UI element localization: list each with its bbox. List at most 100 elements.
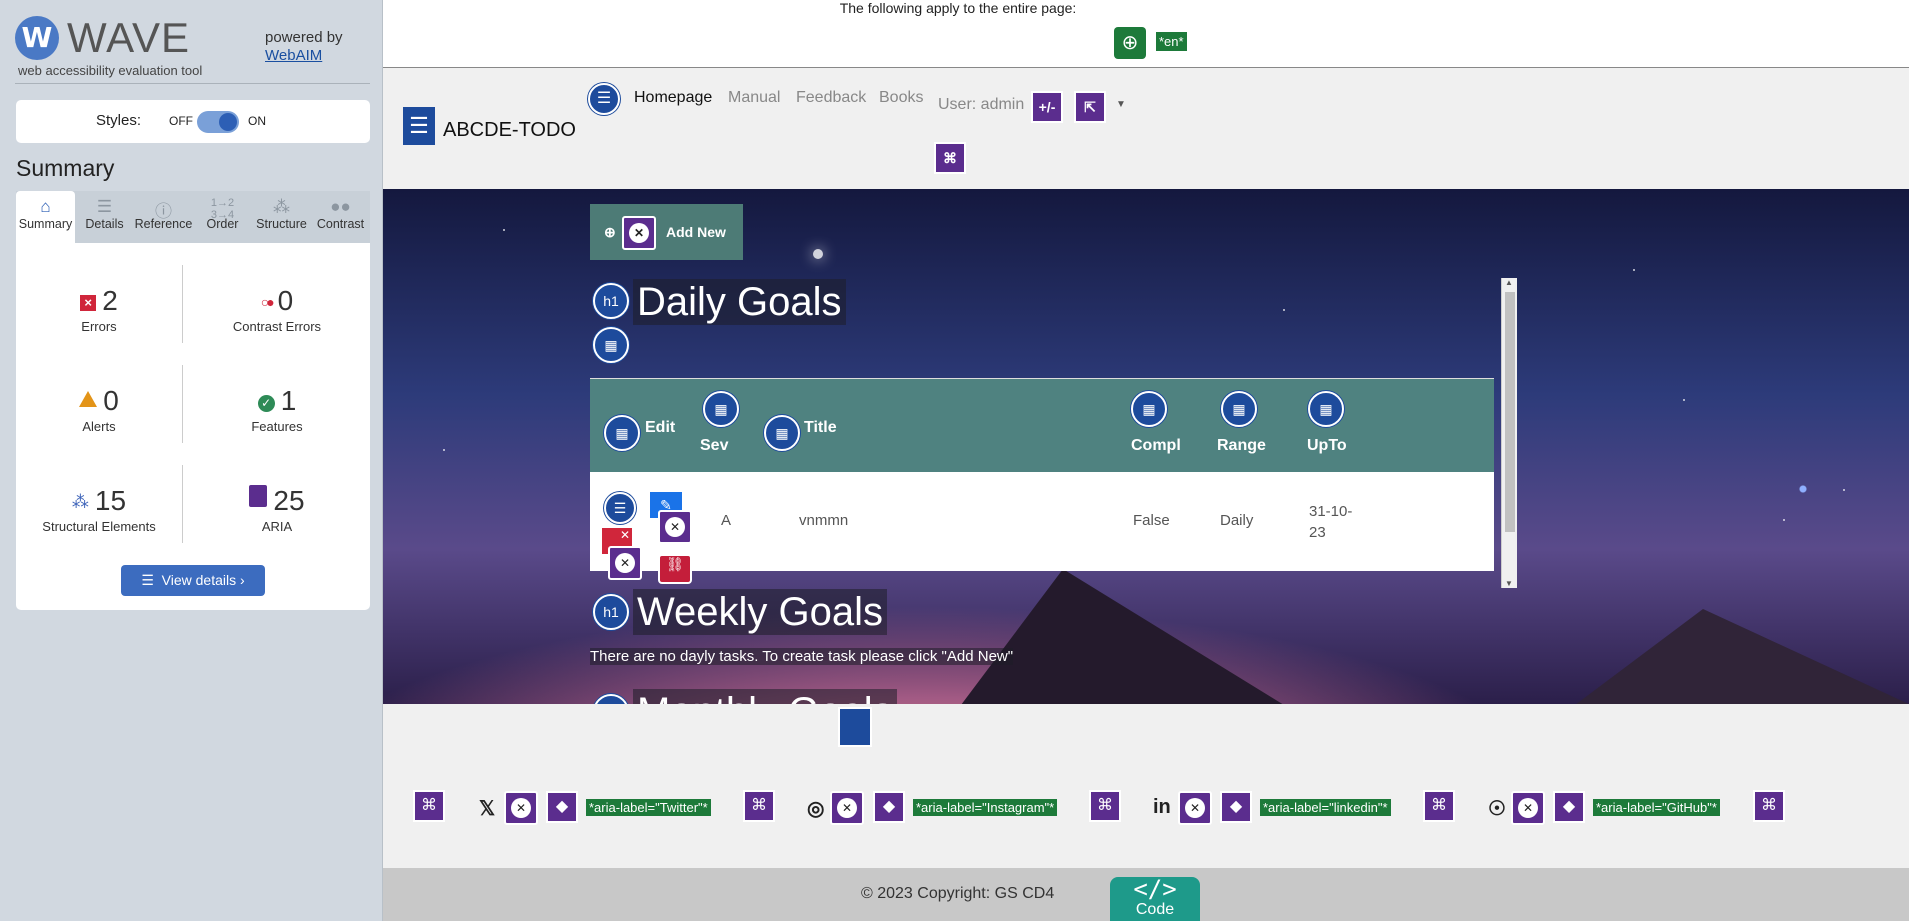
structure-count: 15 bbox=[94, 485, 127, 516]
tab-reference[interactable]: ⓘ Reference bbox=[134, 191, 193, 243]
twitter-icon[interactable]: 𝕏 bbox=[479, 796, 495, 821]
link-icon[interactable]: ⛓ bbox=[658, 554, 692, 584]
nav-books[interactable]: Books bbox=[879, 89, 923, 107]
plus-icon: ⊕ bbox=[604, 224, 616, 240]
divider bbox=[182, 265, 183, 343]
th-sev[interactable]: Sev bbox=[700, 437, 728, 455]
linkedin-icon[interactable]: in bbox=[1153, 796, 1171, 819]
weekly-goals-heading: Weekly Goals bbox=[633, 589, 888, 635]
stat-features: ✓ 1 Features bbox=[194, 385, 360, 434]
add-new-button[interactable]: ⊕ Add New bbox=[590, 204, 743, 260]
stat-alerts: 0 Alerts bbox=[16, 385, 182, 434]
tab-summary[interactable]: ⌂ Summary bbox=[16, 191, 75, 243]
expand-aria-icon[interactable]: ⇱ bbox=[1074, 91, 1106, 123]
features-label: Features bbox=[251, 419, 303, 434]
tab-order[interactable]: 1→2 3→4 Order bbox=[193, 191, 252, 243]
home-icon: ⌂ bbox=[40, 197, 51, 216]
chevron-down-icon[interactable]: ▼ bbox=[1116, 99, 1126, 110]
cell-title: vnmmn bbox=[799, 512, 849, 529]
table-header-icon: ▦ bbox=[1308, 391, 1344, 427]
user-label: User: admin bbox=[938, 96, 1025, 113]
order-icon: 1→2 3→4 bbox=[210, 197, 235, 221]
code-label: Code bbox=[1135, 901, 1175, 918]
aria-label: ARIA bbox=[261, 519, 293, 534]
summary-title: Summary bbox=[16, 155, 115, 181]
powered-by: powered by WebAIM bbox=[265, 29, 343, 65]
summary-panel: × 2 Errors ○● 0 Contrast Errors 0 Alerts ✓… bbox=[16, 243, 370, 610]
scroll-down-icon[interactable]: ▼ bbox=[1505, 579, 1513, 588]
add-new-label: Add New bbox=[666, 224, 726, 240]
star bbox=[1783, 519, 1785, 521]
view-details-button[interactable]: ☰ View details › bbox=[121, 565, 265, 596]
tab-structure[interactable]: ⁂ Structure bbox=[252, 191, 311, 243]
structure-icon: ⁂ bbox=[273, 197, 290, 216]
aria-tag-icon: ⌘ bbox=[1753, 790, 1785, 822]
info-icon: ⓘ bbox=[155, 202, 172, 221]
nav-feedback[interactable]: Feedback bbox=[796, 89, 866, 107]
tab-details[interactable]: ☰ Details bbox=[75, 191, 134, 243]
feature-check-icon: ✓ bbox=[257, 395, 275, 412]
site-navbar: ☰ ABCDE-TODO ☰ Homepage Manual Feedback … bbox=[383, 69, 1909, 189]
nav-manual[interactable]: Manual bbox=[728, 89, 780, 107]
tab-label: Contrast bbox=[316, 217, 365, 231]
globe-icon[interactable]: ⊕ bbox=[1114, 27, 1146, 59]
view-details-label: View details › bbox=[161, 572, 245, 588]
styles-off-label: OFF bbox=[169, 114, 193, 128]
structure-label: Structural Elements bbox=[42, 519, 156, 534]
plus-minus-aria-icon[interactable]: +/- bbox=[1031, 91, 1063, 123]
wave-tabs: ⌂ Summary ☰ Details ⓘ Reference 1→2 3→4 Order… bbox=[16, 191, 370, 243]
th-compl[interactable]: Compl bbox=[1131, 437, 1181, 455]
errors-count: 2 bbox=[102, 285, 118, 316]
table-row: ☰ ✎ ✕ ⛓ A vnmmn False Daily 31-10-23 bbox=[590, 472, 1494, 584]
tab-contrast[interactable]: ●● Contrast bbox=[311, 191, 370, 243]
cell-upto: 31-10-23 bbox=[1309, 503, 1353, 541]
star bbox=[1843, 489, 1845, 491]
copyright-text: © 2023 Copyright: GS CD4 bbox=[861, 885, 1055, 902]
th-edit[interactable]: Edit bbox=[645, 419, 675, 437]
page-banner: The following apply to the entire page: … bbox=[383, 0, 1909, 68]
scrollbar-thumb[interactable] bbox=[1505, 292, 1515, 532]
list-icon[interactable]: ☰ bbox=[588, 83, 620, 115]
tab-label: Structure bbox=[256, 217, 307, 231]
th-upto[interactable]: UpTo bbox=[1307, 437, 1347, 455]
h1-icon: h1 bbox=[593, 694, 629, 704]
webaim-link[interactable]: WebAIM bbox=[265, 47, 343, 65]
aria-tag-icon[interactable]: ⌘ bbox=[934, 142, 966, 174]
code-button[interactable]: </> Code bbox=[1110, 877, 1200, 921]
aria-icon bbox=[249, 485, 268, 507]
styles-toggle-box: Styles: OFF ON bbox=[16, 100, 370, 143]
tag-icon: ◆ bbox=[873, 791, 905, 823]
instagram-icon[interactable]: ◎ bbox=[807, 796, 824, 821]
monthly-goals-heading: Monthly Goals bbox=[633, 689, 897, 704]
empty-tasks-message: There are no dayly tasks. To create task… bbox=[590, 648, 1014, 665]
alerts-count: 0 bbox=[103, 385, 119, 416]
aria-count: 25 bbox=[273, 485, 305, 516]
scroll-up-icon[interactable]: ▲ bbox=[1505, 278, 1513, 287]
star bbox=[1683, 399, 1685, 401]
hero-background: ⊕ Add New h1 Daily Goals ▦ ▦ Edit ▦ Sev … bbox=[383, 189, 1909, 704]
tab-label: Reference bbox=[134, 217, 193, 231]
contrast-error-icon: ○● bbox=[260, 294, 275, 310]
star bbox=[503, 229, 505, 231]
twitter-aria-label: *aria-label="Twitter"* bbox=[586, 799, 711, 816]
brand-title[interactable]: ABCDE-TODO bbox=[443, 119, 576, 142]
tab-label: Summary bbox=[18, 217, 73, 231]
nav-homepage[interactable]: Homepage bbox=[634, 89, 712, 107]
aria-tag-icon: ⌘ bbox=[413, 790, 445, 822]
tab-label: Details bbox=[85, 217, 124, 231]
footer-structure-icon bbox=[838, 707, 872, 747]
alert-icon bbox=[79, 391, 98, 407]
github-icon[interactable]: ☉ bbox=[1488, 796, 1506, 821]
structure-icon: ⁂ bbox=[71, 492, 89, 511]
features-count: 1 bbox=[280, 385, 297, 416]
th-range[interactable]: Range bbox=[1217, 437, 1266, 455]
styles-toggle[interactable] bbox=[197, 111, 239, 133]
aria-tag-icon: ⌘ bbox=[743, 790, 775, 822]
th-title[interactable]: Title bbox=[804, 419, 837, 437]
h1-icon: h1 bbox=[593, 594, 629, 630]
wave-header: W WAVE web accessibility evaluation tool… bbox=[15, 12, 370, 84]
table-scrollbar[interactable]: ▲ ▼ bbox=[1501, 278, 1517, 588]
copyright-bar: © 2023 Copyright: GS CD4 </> Code bbox=[383, 868, 1909, 921]
brand-structure-icon[interactable]: ☰ bbox=[403, 107, 435, 145]
table-header-icon: ▦ bbox=[1221, 391, 1257, 427]
